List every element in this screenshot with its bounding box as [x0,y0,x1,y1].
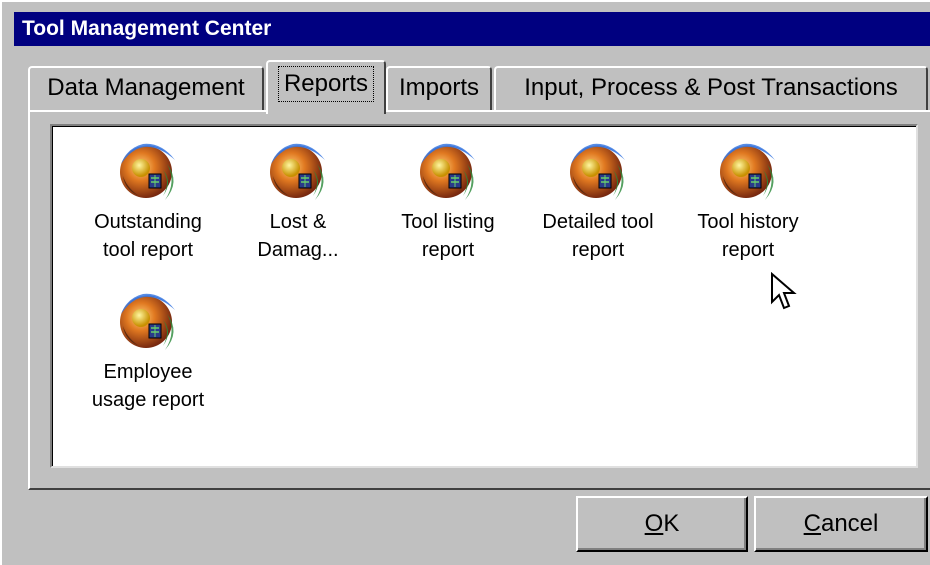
report-item-label: Outstanding tool report [94,211,202,261]
tab-reports[interactable]: Reports [266,60,386,114]
report-item-tool-listing[interactable]: Tool listing report [378,134,518,264]
cancel-mnemonic: C [803,510,821,537]
tab-input-process-post[interactable]: Input, Process & Post Transactions [494,66,928,112]
tool-management-window: Tool Management Center Data Management R… [0,0,930,565]
tab-data-management[interactable]: Data Management [28,66,264,112]
report-item-tool-history[interactable]: Tool history report [678,134,818,264]
report-globe-icon [113,284,183,354]
report-globe-icon [263,134,333,204]
tab-label: Input, Process & Post Transactions [524,74,898,101]
report-globe-icon [713,134,783,204]
ok-button[interactable]: OK [576,496,748,552]
report-globe-icon [563,134,633,204]
report-item-outstanding[interactable]: Outstanding tool report [78,134,218,264]
report-item-lost-damaged[interactable]: Lost & Damag... [228,134,368,264]
report-item-label: Tool listing report [401,211,495,261]
report-globe-icon [113,134,183,204]
tab-imports[interactable]: Imports [386,66,492,112]
cancel-button[interactable]: Cancel [754,496,928,552]
report-item-employee-usage[interactable]: Employee usage report [78,284,218,414]
report-globe-icon [413,134,483,204]
tab-strip: Data Management Reports Imports Input, P… [28,60,930,114]
tab-label: Data Management [47,74,245,101]
tab-label: Imports [398,74,479,101]
tab-label: Reports [277,66,375,102]
ok-label-rest: K [663,510,680,537]
report-item-label: Lost & Damag... [257,211,339,261]
window-title: Tool Management Center [14,12,930,46]
report-item-label: Employee usage report [91,361,205,411]
ok-mnemonic: O [644,510,664,537]
report-item-label: Detailed tool report [542,211,654,261]
cancel-label-rest: ancel [820,510,879,537]
mouse-cursor-icon [771,272,797,310]
report-item-detailed-tool[interactable]: Detailed tool report [528,134,668,264]
report-item-label: Tool history report [697,211,799,261]
